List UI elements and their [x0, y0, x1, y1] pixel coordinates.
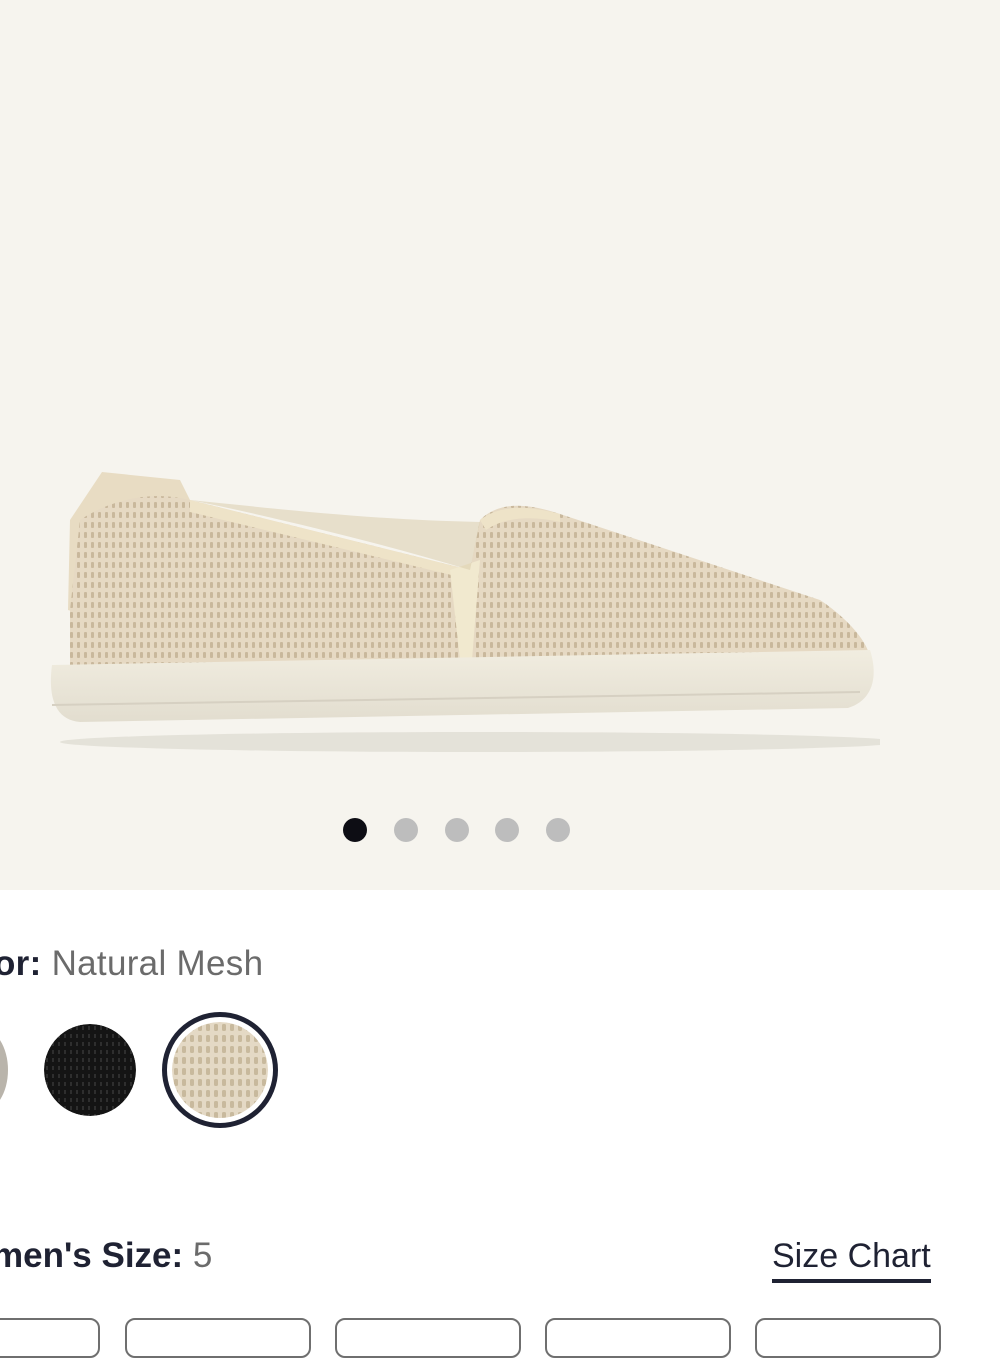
size-label-key: men's Size: — [0, 1236, 184, 1275]
color-value: Natural Mesh — [51, 944, 264, 983]
natural-mesh-texture — [172, 1022, 268, 1118]
carousel-dot[interactable] — [394, 818, 418, 842]
size-option[interactable] — [755, 1318, 941, 1358]
carousel-dot[interactable] — [546, 818, 570, 842]
color-swatch-gray[interactable] — [0, 1028, 8, 1112]
carousel-dot[interactable] — [343, 818, 367, 842]
size-chart-link[interactable]: Size Chart — [772, 1237, 931, 1284]
color-swatch-natural-selected[interactable] — [162, 1012, 278, 1128]
size-option[interactable] — [335, 1318, 521, 1358]
carousel-dot[interactable] — [445, 818, 469, 842]
product-image[interactable] — [40, 460, 880, 760]
color-label: or: Natural Mesh — [0, 944, 263, 984]
color-swatch-black[interactable] — [44, 1024, 136, 1116]
black-mesh-texture — [44, 1024, 136, 1116]
product-image-gallery[interactable] — [0, 0, 1000, 890]
size-option[interactable] — [0, 1318, 100, 1358]
size-option[interactable] — [125, 1318, 311, 1358]
color-label-key: or: — [0, 944, 42, 983]
carousel-dot[interactable] — [495, 818, 519, 842]
size-option[interactable] — [545, 1318, 731, 1358]
size-label: men's Size: 5 — [0, 1236, 212, 1276]
size-value: 5 — [192, 1236, 213, 1275]
